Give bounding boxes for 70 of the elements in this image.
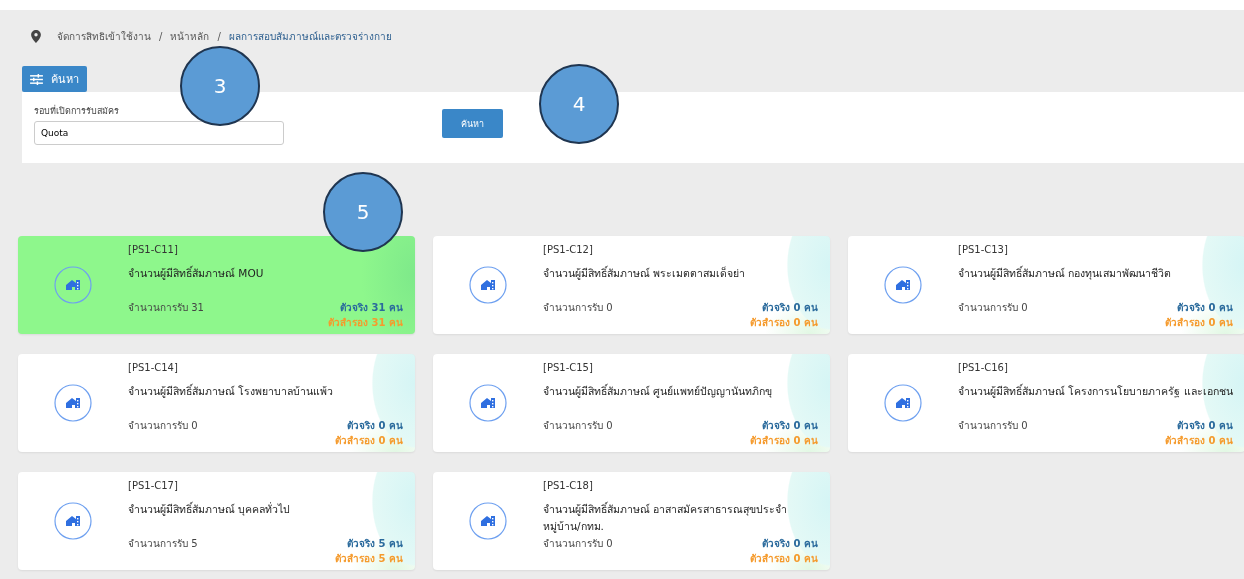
- reserve-count: ตัวสำรอง 0 คน: [750, 552, 818, 566]
- breadcrumb-item[interactable]: หน้าหลัก: [170, 28, 210, 44]
- card-code: [PS1-C11]: [128, 244, 179, 255]
- quota-count: จำนวนการรับ 31: [128, 301, 204, 315]
- card-code: [PS1-C13]: [958, 244, 1009, 255]
- step-callout: 3: [180, 46, 260, 126]
- card-title: จำนวนผู้มีสิทธิ์สัมภาษณ์ พระเมตตาสมเด็จย่า: [543, 265, 747, 282]
- summary-card[interactable]: [PS1-C17] จำนวนผู้มีสิทธิ์สัมภาษณ์ บุคคลทั่วไป จำนวนการรับ 5 ตัวจริง 5 คน ตัวสำรอง 5 คน: [18, 472, 415, 570]
- card-code: [PS1-C17]: [128, 480, 179, 491]
- quota-count: จำนวนการรับ 0: [543, 419, 613, 433]
- summary-card[interactable]: [PS1-C14] จำนวนผู้มีสิทธิ์สัมภาษณ์ โรงพยาบาลบ้านแพ้ว จำนวนการรับ 0 ตัวจริง 0 คน ตัวสำรอง 0 คน: [18, 354, 415, 452]
- summary-card[interactable]: [PS1-C12] จำนวนผู้มีสิทธิ์สัมภาษณ์ พระเมตตาสมเด็จย่า จำนวนการรับ 0 ตัวจริง 0 คน ตัวสำรอง 0 คน: [433, 236, 830, 334]
- actual-count: ตัวจริง 0 คน: [347, 419, 403, 433]
- card-title: จำนวนผู้มีสิทธิ์สัมภาษณ์ ศูนย์แพทย์ปัญญานันทภิกขุ: [543, 383, 774, 400]
- reserve-count: ตัวสำรอง 0 คน: [750, 434, 818, 448]
- house-icon: [469, 502, 507, 540]
- reserve-count: ตัวสำรอง 0 คน: [750, 316, 818, 330]
- reserve-count: ตัวสำรอง 0 คน: [1165, 434, 1233, 448]
- card-code: [PS1-C14]: [128, 362, 179, 373]
- actual-count: ตัวจริง 0 คน: [762, 419, 818, 433]
- quota-count: จำนวนการรับ 0: [128, 419, 198, 433]
- summary-card[interactable]: [PS1-C11] จำนวนผู้มีสิทธิ์สัมภาษณ์ MOU จำนวนการรับ 31 ตัวจริง 31 คน ตัวสำรอง 31 คน: [18, 236, 415, 334]
- breadcrumb-item[interactable]: จัดการสิทธิเข้าใช้งาน: [57, 28, 151, 44]
- sliders-icon: [30, 73, 43, 85]
- summary-card[interactable]: [PS1-C15] จำนวนผู้มีสิทธิ์สัมภาษณ์ ศูนย์แพทย์ปัญญานันทภิกขุ จำนวนการรับ 0 ตัวจริง 0 คน ตัวสำรอง 0 คน: [433, 354, 830, 452]
- actual-count: ตัวจริง 0 คน: [1177, 301, 1233, 315]
- location-pin-icon: [31, 29, 41, 43]
- card-code: [PS1-C18]: [543, 480, 594, 491]
- summary-card[interactable]: [PS1-C13] จำนวนผู้มีสิทธิ์สัมภาษณ์ กองทุนเสมาพัฒนาชีวิต จำนวนการรับ 0 ตัวจริง 0 คน ตัวสำรอง 0 คน: [848, 236, 1244, 334]
- step-callout: 5: [323, 172, 403, 252]
- card-title: จำนวนผู้มีสิทธิ์สัมภาษณ์ MOU: [128, 265, 265, 282]
- house-icon: [884, 266, 922, 304]
- actual-count: ตัวจริง 5 คน: [347, 537, 403, 551]
- step-callout: 4: [539, 64, 619, 144]
- filter-tab-button[interactable]: ค้นหา: [22, 66, 87, 92]
- quota-count: จำนวนการรับ 0: [958, 419, 1028, 433]
- quota-count: จำนวนการรับ 0: [543, 537, 613, 551]
- card-title: จำนวนผู้มีสิทธิ์สัมภาษณ์ โรงพยาบาลบ้านแพ้ว: [128, 383, 335, 400]
- reserve-count: ตัวสำรอง 5 คน: [335, 552, 403, 566]
- breadcrumb-separator: /: [217, 30, 221, 42]
- field-label: รอบที่เปิดการรับสมัคร: [34, 104, 120, 118]
- house-icon: [884, 384, 922, 422]
- breadcrumb-item: ผลการสอบสัมภาษณ์และตรวจร่างกาย: [228, 29, 392, 44]
- actual-count: ตัวจริง 0 คน: [1177, 419, 1233, 433]
- actual-count: ตัวจริง 0 คน: [762, 301, 818, 315]
- summary-card[interactable]: [PS1-C18] จำนวนผู้มีสิทธิ์สัมภาษณ์ อาสาสมัครสาธารณสุขประจำหมู่บ้าน/กทม. จำนวนการรับ 0 ตัวจริง 0 คน ตัวสำรอง 0 คน: [433, 472, 830, 570]
- quota-count: จำนวนการรับ 0: [543, 301, 613, 315]
- card-code: [PS1-C15]: [543, 362, 594, 373]
- card-code: [PS1-C16]: [958, 362, 1009, 373]
- round-input-field[interactable]: Quota: [34, 121, 284, 145]
- house-icon: [469, 266, 507, 304]
- card-code: [PS1-C12]: [543, 244, 594, 255]
- quota-count: จำนวนการรับ 0: [958, 301, 1028, 315]
- house-icon: [54, 266, 92, 304]
- card-title: จำนวนผู้มีสิทธิ์สัมภาษณ์ อาสาสมัครสาธารณสุขประจำหมู่บ้าน/กทม.: [543, 501, 789, 535]
- reserve-count: ตัวสำรอง 31 คน: [328, 316, 403, 330]
- card-title: จำนวนผู้มีสิทธิ์สัมภาษณ์ กองทุนเสมาพัฒนาชีวิต: [958, 265, 1173, 282]
- summary-card[interactable]: [PS1-C16] จำนวนผู้มีสิทธิ์สัมภาษณ์ โครงการนโยบายภาครัฐ และเอกชน จำนวนการรับ 0 ตัวจริง 0 คน ตัวสำรอง 0 คน: [848, 354, 1244, 452]
- house-icon: [54, 502, 92, 540]
- reserve-count: ตัวสำรอง 0 คน: [1165, 316, 1233, 330]
- quota-count: จำนวนการรับ 5: [128, 537, 198, 551]
- reserve-count: ตัวสำรอง 0 คน: [335, 434, 403, 448]
- house-icon: [54, 384, 92, 422]
- search-button[interactable]: ค้นหา: [442, 109, 503, 138]
- breadcrumb-separator: /: [159, 30, 163, 42]
- card-title: จำนวนผู้มีสิทธิ์สัมภาษณ์ บุคคลทั่วไป: [128, 501, 292, 518]
- house-icon: [469, 384, 507, 422]
- actual-count: ตัวจริง 31 คน: [340, 301, 403, 315]
- actual-count: ตัวจริง 0 คน: [762, 537, 818, 551]
- card-title: จำนวนผู้มีสิทธิ์สัมภาษณ์ โครงการนโยบายภาครัฐ และเอกชน: [958, 383, 1233, 400]
